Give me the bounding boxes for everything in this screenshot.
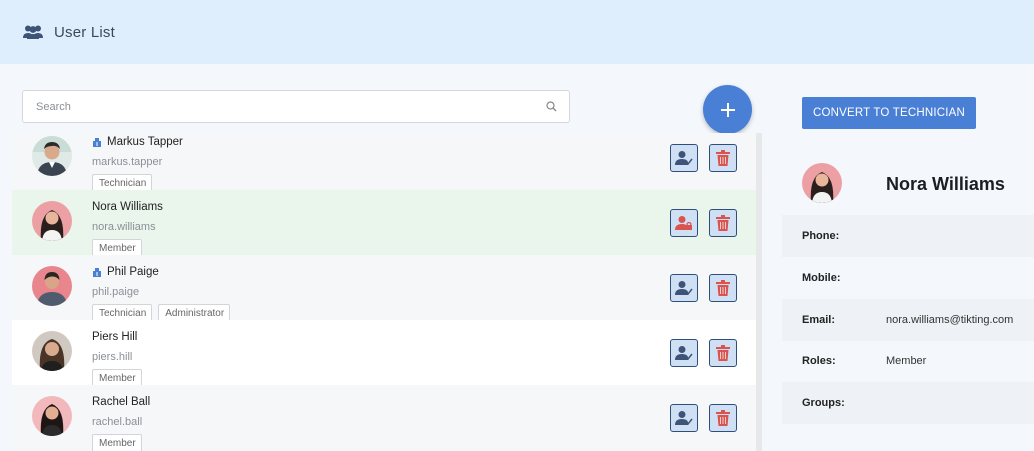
user-list-panel: Markus Tapper markus.tapper Technician <box>0 64 762 451</box>
user-name: Phil Paige <box>92 266 159 278</box>
avatar <box>32 266 72 306</box>
technician-icon <box>92 137 102 147</box>
field-label: Mobile: <box>802 272 841 284</box>
page-title: User List <box>54 23 115 41</box>
username: nora.williams <box>92 221 156 233</box>
users-icon <box>22 24 44 40</box>
list-item[interactable]: Piers Hill piers.hill Member <box>12 320 756 388</box>
search-box <box>22 90 570 123</box>
user-details-panel: CONVERT TO TECHNICIAN Nora Williams Phon… <box>782 64 1034 451</box>
convert-to-technician-button[interactable]: CONVERT TO TECHNICIAN <box>802 97 976 129</box>
role-badges: Member <box>92 434 142 451</box>
search-icon[interactable] <box>546 101 557 112</box>
user-check-icon <box>675 345 693 361</box>
phone-field: Phone: <box>782 215 1034 257</box>
user-lock-icon <box>675 215 693 231</box>
avatar <box>32 136 72 176</box>
profile-name: Nora Williams <box>886 174 1005 194</box>
plus-icon <box>719 101 737 119</box>
user-check-icon <box>675 410 693 426</box>
avatar <box>32 396 72 436</box>
field-label: Phone: <box>802 230 840 242</box>
mobile-field: Mobile: <box>782 257 1034 299</box>
field-label: Email: <box>802 314 836 326</box>
unassign-user-button[interactable] <box>670 209 698 237</box>
field-label: Groups: <box>802 397 845 409</box>
user-name-text: Nora Williams <box>92 201 163 213</box>
assign-user-button[interactable] <box>670 274 698 302</box>
field-value: nora.williams@tikting.com <box>886 314 1014 326</box>
user-name: Piers Hill <box>92 331 137 343</box>
email-field: Email: nora.williams@tikting.com <box>782 299 1034 341</box>
delete-user-button[interactable] <box>709 404 737 432</box>
roles-field: Roles: Member <box>782 340 1034 382</box>
assign-user-button[interactable] <box>670 339 698 367</box>
search-input[interactable] <box>36 100 546 113</box>
list-item[interactable]: Rachel Ball rachel.ball Member <box>12 385 756 451</box>
profile-avatar <box>802 163 842 203</box>
trash-icon <box>716 410 730 426</box>
user-name: Markus Tapper <box>92 136 183 148</box>
add-user-button[interactable] <box>703 85 752 134</box>
delete-user-button[interactable] <box>709 144 737 172</box>
role-badge: Member <box>92 434 142 451</box>
user-name-text: Phil Paige <box>107 266 159 278</box>
list-item[interactable]: Phil Paige phil.paige Technician Adminis… <box>12 255 756 323</box>
user-list: Markus Tapper markus.tapper Technician N… <box>12 133 757 451</box>
user-name-text: Rachel Ball <box>92 396 151 408</box>
username: piers.hill <box>92 351 133 363</box>
list-item[interactable]: Nora Williams nora.williams Member <box>12 190 756 258</box>
user-name: Rachel Ball <box>92 396 150 408</box>
delete-user-button[interactable] <box>709 274 737 302</box>
assign-user-button[interactable] <box>670 144 698 172</box>
user-check-icon <box>675 280 693 296</box>
trash-icon <box>716 280 730 296</box>
username: phil.paige <box>92 286 140 298</box>
user-name-text: Markus Tapper <box>107 136 183 148</box>
delete-user-button[interactable] <box>709 209 737 237</box>
user-name: Nora Williams <box>92 201 163 213</box>
list-item[interactable]: Markus Tapper markus.tapper Technician <box>12 133 756 193</box>
groups-field: Groups: <box>782 382 1034 424</box>
list-scrollbar[interactable] <box>756 133 762 451</box>
trash-icon <box>716 150 730 166</box>
delete-user-button[interactable] <box>709 339 737 367</box>
technician-icon <box>92 267 102 277</box>
user-check-icon <box>675 150 693 166</box>
trash-icon <box>716 215 730 231</box>
username: markus.tapper <box>92 156 163 168</box>
avatar <box>32 201 72 241</box>
avatar <box>32 331 72 371</box>
field-label: Roles: <box>802 355 836 367</box>
top-bar: User List <box>0 0 1034 64</box>
user-name-text: Piers Hill <box>92 331 138 343</box>
field-value: Member <box>886 355 927 367</box>
assign-user-button[interactable] <box>670 404 698 432</box>
trash-icon <box>716 345 730 361</box>
username: rachel.ball <box>92 416 143 428</box>
